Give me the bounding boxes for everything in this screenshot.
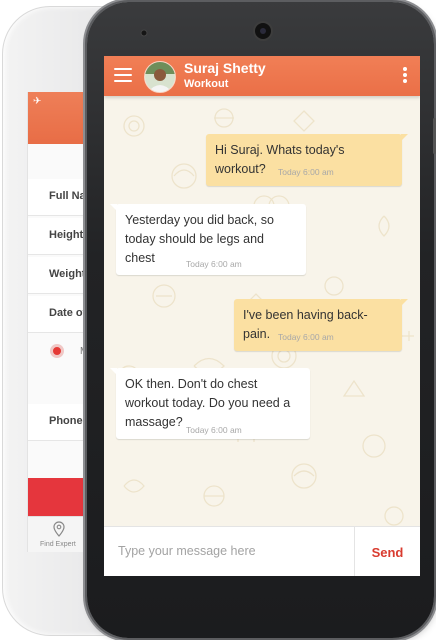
full-name-label: Full Na	[49, 190, 86, 202]
front-camera	[253, 21, 273, 41]
gender-radio[interactable]	[50, 344, 64, 358]
more-vertical-icon[interactable]	[402, 67, 408, 85]
message-timestamp: Today 6:00 am	[186, 259, 242, 269]
chat-app-bar: Suraj Shetty Workout	[104, 56, 420, 96]
message-outgoing: I've been having back-pain.	[234, 299, 408, 351]
message-composer: Send	[104, 526, 420, 576]
contact-status: Workout	[184, 78, 229, 90]
date-of-birth-label: Date of	[49, 307, 87, 319]
location-pin-icon[interactable]	[53, 521, 65, 537]
sensor-dot	[140, 29, 148, 37]
airplane-icon: ✈	[33, 96, 42, 107]
message-timestamp: Today 6:00 am	[186, 425, 242, 435]
menu-icon[interactable]	[114, 68, 132, 82]
height-label: Height	[49, 229, 84, 241]
weight-label: Weight	[49, 268, 86, 280]
message-outgoing: Hi Suraj. Whats today's workout?	[206, 134, 408, 186]
contact-name: Suraj Shetty	[184, 60, 266, 76]
message-timestamp: Today 6:00 am	[278, 167, 334, 177]
message-input[interactable]	[112, 535, 360, 567]
avatar-image	[145, 62, 175, 92]
find-expert-label: Find Expert	[40, 541, 76, 548]
avatar[interactable]	[144, 61, 176, 93]
message-timestamp: Today 6:00 am	[278, 332, 334, 342]
send-button[interactable]: Send	[355, 527, 420, 576]
chat-screen: Suraj Shetty Workout Hi Suraj. Whats tod…	[104, 56, 420, 576]
